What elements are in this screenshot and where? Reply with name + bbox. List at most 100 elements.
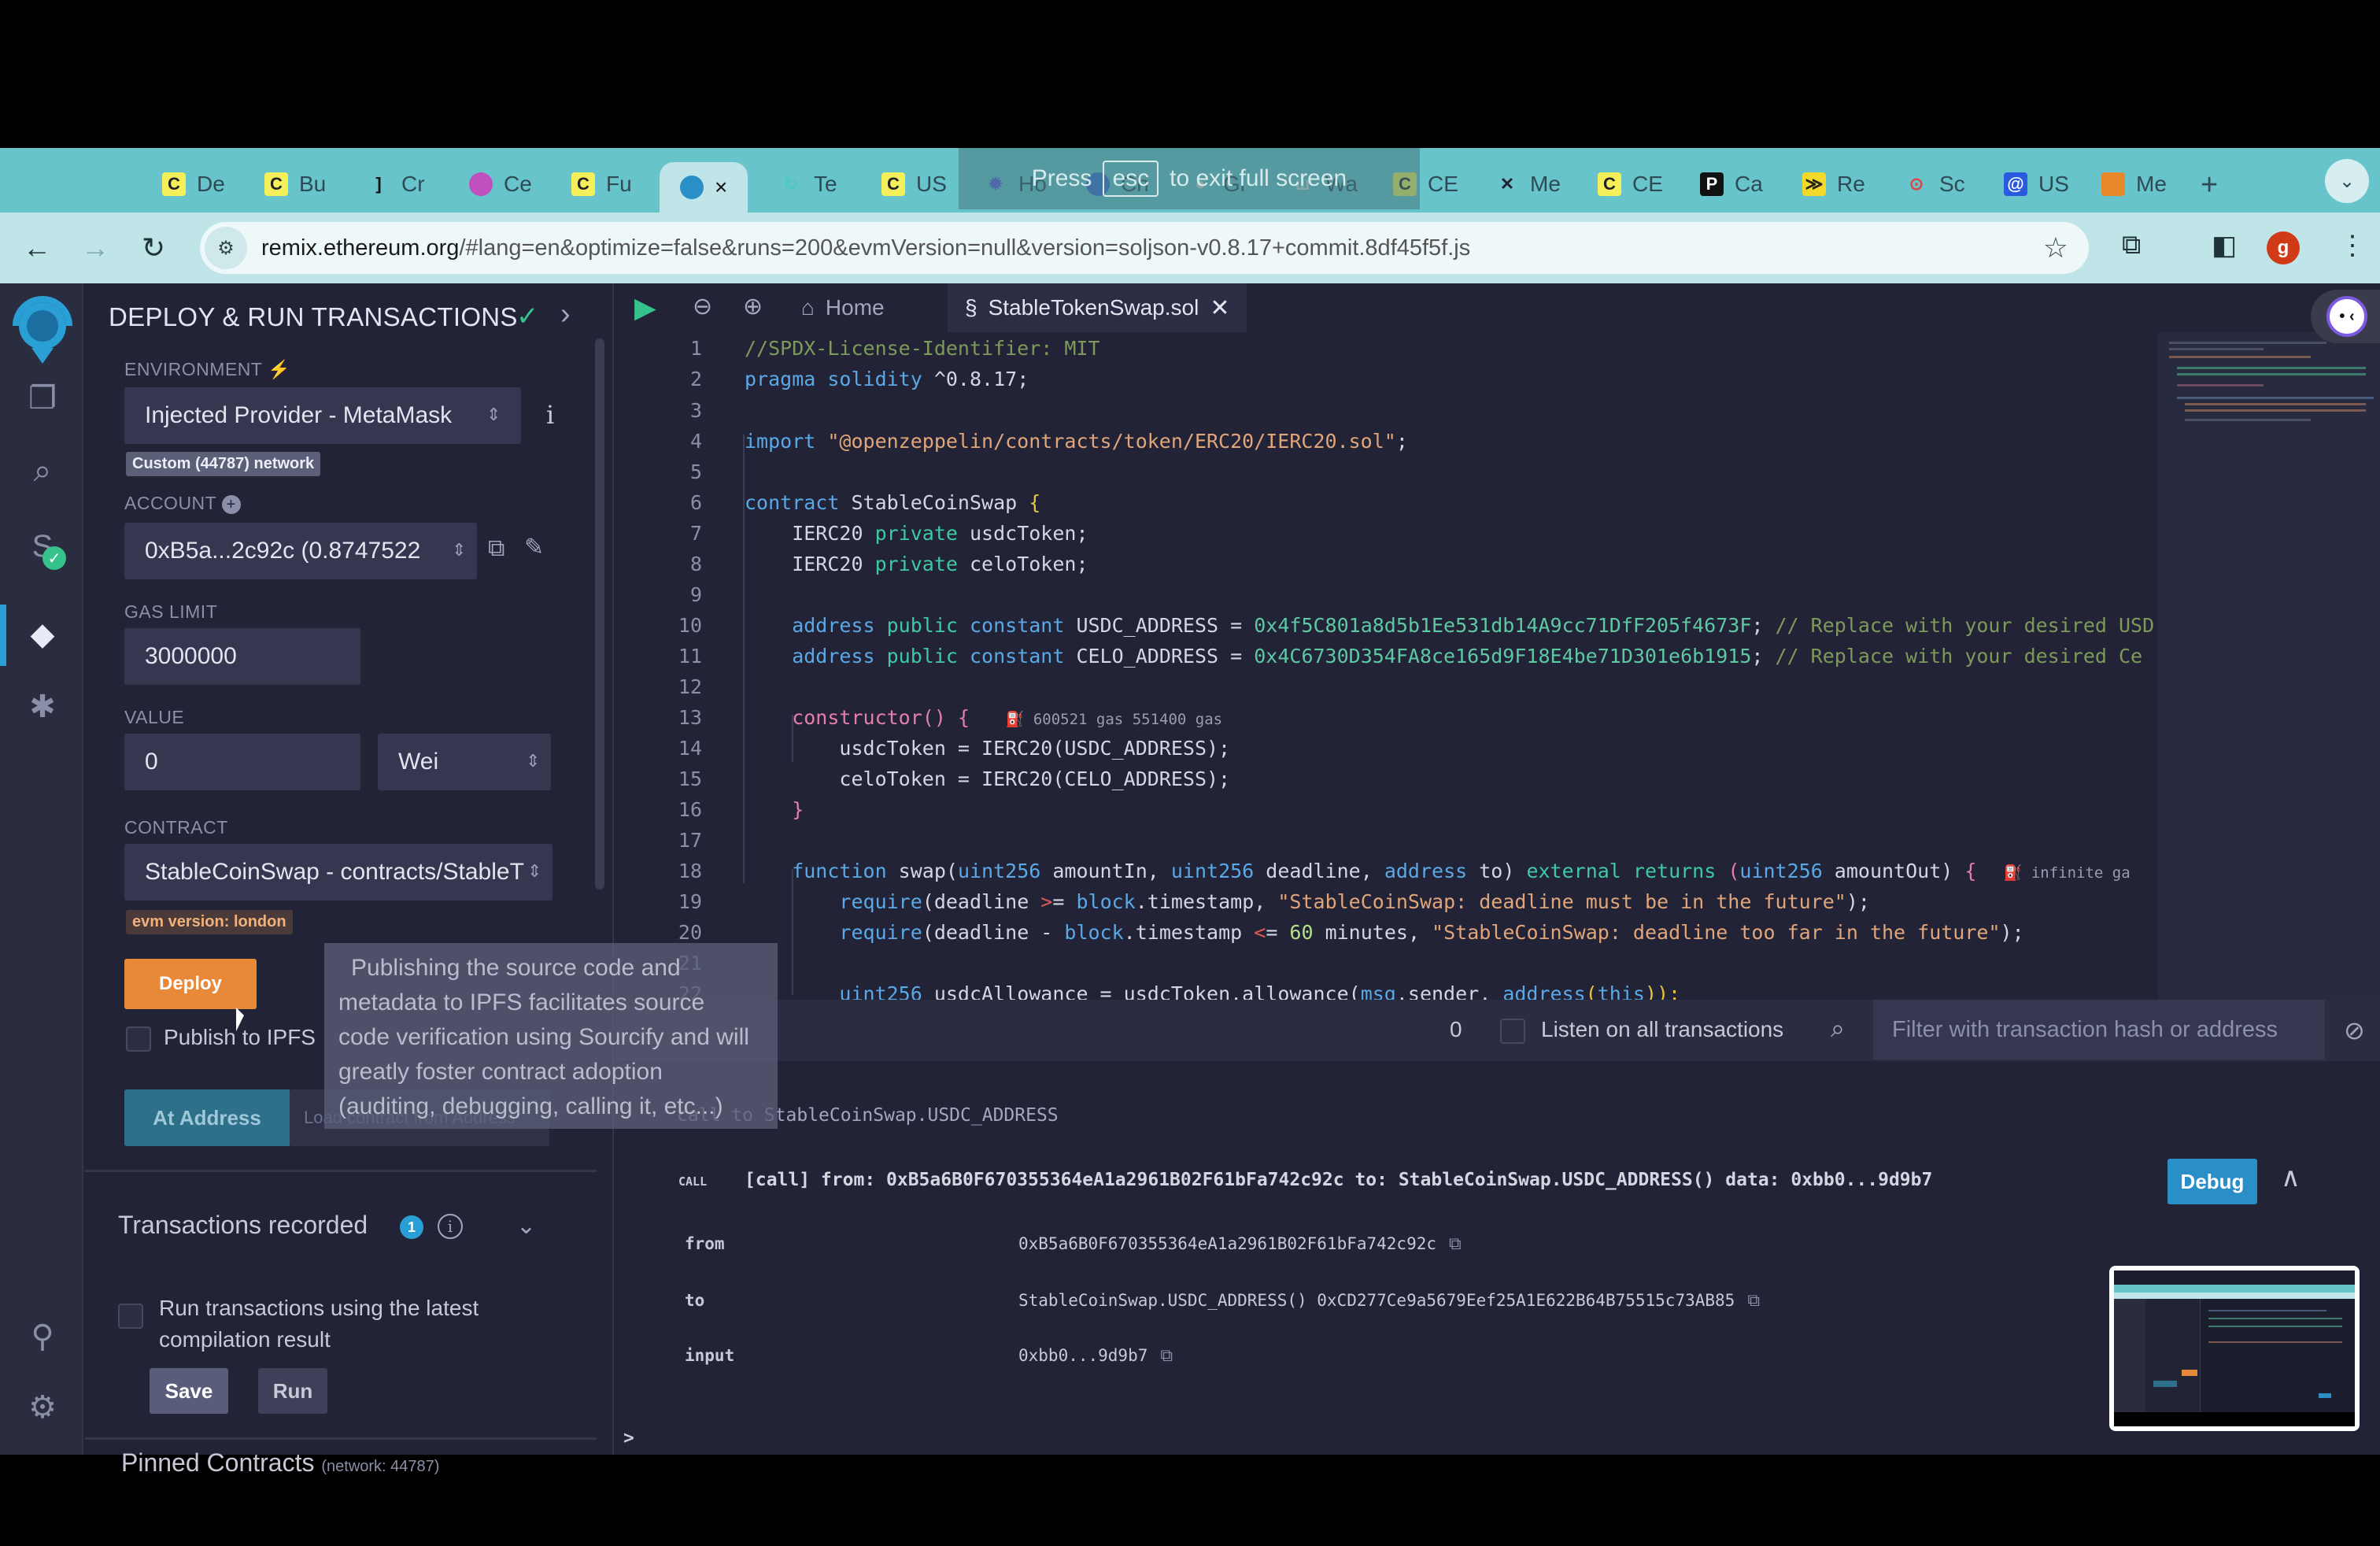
more-menu-icon[interactable]: ⋮ <box>2339 230 2366 261</box>
side-panel-icon[interactable]: ◧ <box>2212 230 2237 261</box>
bookmark-star-icon[interactable]: ☆ <box>2043 231 2068 264</box>
info-circle-icon[interactable]: i <box>438 1214 463 1239</box>
browser-tab[interactable]: Ce <box>469 162 532 206</box>
publish-ipfs-checkbox[interactable] <box>126 1026 151 1052</box>
run-script-play-icon[interactable]: ▶ <box>634 291 656 324</box>
chevron-down-icon[interactable]: ⌄ <box>516 1212 536 1240</box>
browser-tab[interactable]: C De <box>162 162 225 206</box>
picture-in-picture-preview[interactable] <box>2109 1266 2360 1431</box>
line-number: 10 <box>678 614 702 637</box>
ai-assistant-icon[interactable]: • ‹ <box>2326 296 2367 337</box>
run-button[interactable]: Run <box>258 1368 327 1414</box>
copy-icon[interactable]: ⧉ <box>1747 1291 1760 1311</box>
forward-button[interactable]: → <box>76 228 115 268</box>
environment-select[interactable]: Injected Provider - MetaMask ⇕ <box>124 387 521 444</box>
copy-icon[interactable]: ⧉ <box>1160 1346 1173 1366</box>
at-address-button[interactable]: At Address <box>124 1089 290 1146</box>
run-latest-checkbox[interactable] <box>118 1304 143 1329</box>
browser-tab[interactable]: P Ca <box>1700 162 1763 206</box>
plugin-manager-icon[interactable]: ⚲ <box>20 1315 65 1359</box>
file-explorer-icon[interactable]: ❐ <box>20 376 65 420</box>
browser-tab[interactable]: C Bu <box>264 162 326 206</box>
home-icon: ⌂ <box>801 295 815 320</box>
browser-tab[interactable]: ⊙ Sc <box>1905 162 1965 206</box>
fullscreen-notice: Press esc to exit full screen <box>959 148 1420 209</box>
code-line: address public constant USDC_ADDRESS = 0… <box>745 614 2155 637</box>
deploy-run-icon[interactable]: ◆ <box>20 612 65 656</box>
call-summary[interactable]: [call] from: 0xB5a6B0F670355364eA1a2961B… <box>745 1170 1932 1190</box>
account-select[interactable]: 0xB5a...2c92c (0.8747522 ⇕ <box>124 523 477 579</box>
browser-tab[interactable]: Me <box>2101 162 2167 206</box>
close-tab-icon[interactable]: ✕ <box>1210 294 1229 322</box>
contract-select[interactable]: StableCoinSwap - contracts/StableT ⇕ <box>124 844 552 901</box>
gas-estimate: ⛽ infinite ga <box>1976 864 2131 882</box>
line-number: 11 <box>678 645 702 668</box>
pinned-contracts-label: Pinned Contracts (network: 44787) <box>121 1448 440 1477</box>
tab-stabletokenswap[interactable]: § StableTokenSwap.sol ✕ <box>948 283 1247 332</box>
code-minimap[interactable] <box>2158 332 2380 1000</box>
code-editor[interactable]: 12345678910111213141516171819202122 //SP… <box>615 332 2158 1005</box>
value-unit-select[interactable]: Wei ⇕ <box>378 734 551 790</box>
browser-tab[interactable]: @ US <box>2004 162 2069 206</box>
browser-tab[interactable]: C Fu <box>571 162 632 206</box>
value-input[interactable]: 0 <box>124 734 360 790</box>
code-line: constructor() { ⛽ 600521 gas 551400 gas <box>745 706 1223 729</box>
url-text[interactable]: remix.ethereum.org/#lang=en&optimize=fal… <box>261 235 1470 261</box>
line-number: 15 <box>678 767 702 790</box>
terminal-prompt[interactable]: > <box>623 1428 634 1448</box>
browser-tab[interactable]: ↻ Te <box>779 162 837 206</box>
zoom-out-icon[interactable]: ⊖ <box>693 293 712 320</box>
back-button[interactable]: ← <box>17 228 57 268</box>
collapse-chevron-up-icon[interactable]: ∧ <box>2281 1162 2301 1193</box>
panel-collapse-chevron-icon[interactable]: › <box>560 298 571 331</box>
add-account-icon[interactable]: + <box>221 495 241 514</box>
debug-button[interactable]: Debug <box>2168 1159 2257 1204</box>
line-number: 6 <box>689 491 702 514</box>
close-tab-icon[interactable]: × <box>715 175 727 200</box>
tab-search-button[interactable]: ⌄ <box>2325 159 2369 203</box>
clear-console-icon[interactable]: ⊘ <box>2344 1015 2365 1045</box>
address-bar[interactable]: ⚙ remix.ethereum.org/#lang=en&optimize=f… <box>200 222 2089 274</box>
browser-tab[interactable]: ] Cr <box>367 162 424 206</box>
profile-avatar[interactable]: g <box>2267 231 2300 264</box>
copy-icon[interactable]: ⧉ <box>488 535 504 562</box>
solidity-file-icon: § <box>965 295 978 320</box>
line-number: 19 <box>678 890 702 913</box>
debugger-bug-icon[interactable]: ✱ <box>20 685 65 729</box>
copy-icon[interactable]: ⧉ <box>1449 1234 1462 1254</box>
settings-gear-icon[interactable]: ⚙ <box>20 1385 65 1429</box>
browser-tab[interactable]: ✕ Me <box>1495 162 1561 206</box>
save-button[interactable]: Save <box>150 1368 228 1414</box>
cross-x-icon: ✕ <box>1499 174 1515 194</box>
edit-icon[interactable]: ✎ <box>524 534 544 561</box>
browser-tab[interactable]: ≫ Re <box>1802 162 1865 206</box>
panel-scrollbar[interactable] <box>595 338 604 890</box>
run-latest-label: Run transactions using the latest compila… <box>159 1296 479 1352</box>
zoom-in-icon[interactable]: ⊕ <box>743 293 763 320</box>
listen-all-checkbox[interactable] <box>1500 1019 1525 1044</box>
extensions-puzzle-icon[interactable]: ⧉ <box>2122 230 2141 261</box>
line-number: 8 <box>689 553 702 575</box>
browser-tab-active[interactable]: × <box>660 162 748 213</box>
line-number: 14 <box>678 737 702 760</box>
tab-home[interactable]: ⌂ Home <box>801 283 885 332</box>
solidity-compiler-icon[interactable]: S ✓ <box>20 524 66 570</box>
deploy-button[interactable]: Deploy <box>124 959 257 1009</box>
remix-logo-icon[interactable] <box>8 293 77 372</box>
site-info-icon[interactable]: ⚙ <box>205 227 247 269</box>
select-arrows-icon: ⇕ <box>486 405 501 424</box>
info-icon[interactable]: i <box>546 400 554 430</box>
search-icon: ⌕ <box>1831 1014 1845 1042</box>
tx-detail-value: 0xB5a6B0F670355364eA1a2961B02F61bFa742c9… <box>1018 1234 1462 1254</box>
terminal-filter-input[interactable]: Filter with transaction hash or address <box>1873 1000 2325 1060</box>
select-arrows-icon: ⇕ <box>452 540 467 560</box>
browser-tab[interactable]: CCE <box>1598 162 1663 206</box>
search-icon[interactable]: ⌕ <box>20 449 65 493</box>
gas-limit-input[interactable]: 3000000 <box>124 628 360 685</box>
reload-button[interactable]: ↻ <box>134 228 173 268</box>
select-arrows-icon: ⇕ <box>526 751 541 771</box>
network-badge: Custom (44787) network <box>126 452 321 476</box>
browser-tab[interactable]: C US <box>881 162 947 206</box>
new-tab-button[interactable]: + <box>2201 168 2218 202</box>
code-line: //SPDX-License-Identifier: MIT <box>745 337 1100 360</box>
